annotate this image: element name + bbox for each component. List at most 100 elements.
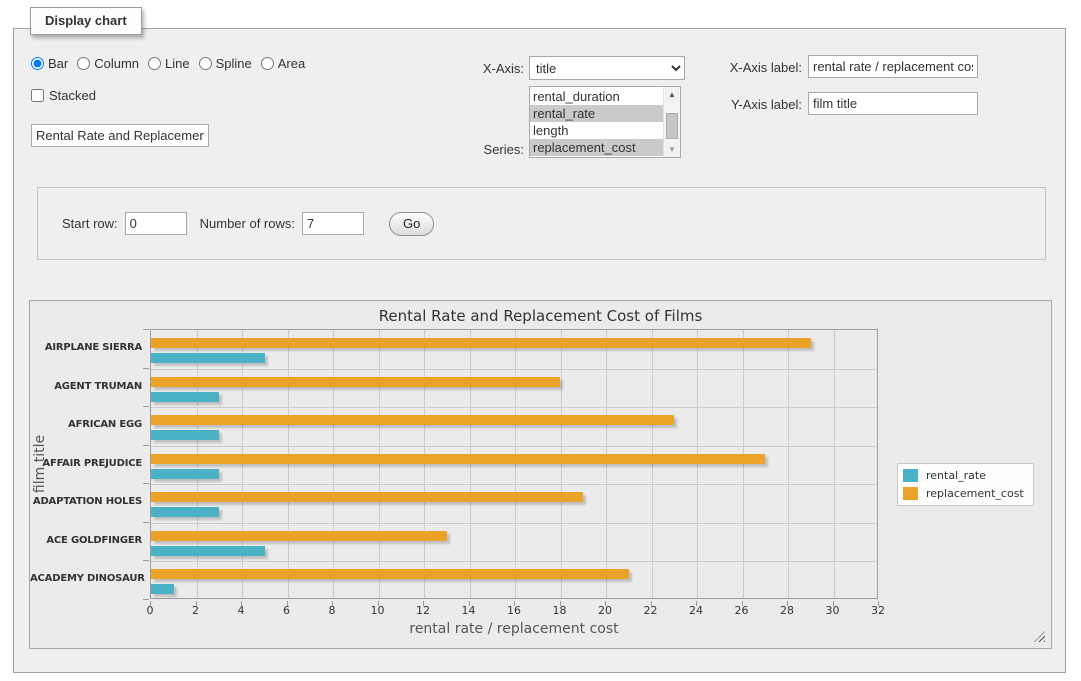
bar-rental_rate	[151, 353, 265, 363]
display-chart-panel: BarColumnLineSplineArea Stacked X-Axis: …	[13, 28, 1066, 673]
gridline	[788, 330, 789, 598]
series-option-replacement_cost[interactable]: replacement_cost	[530, 139, 663, 156]
category-label: AGENT TRUMAN	[30, 381, 142, 392]
bar-rental_rate	[151, 392, 219, 402]
x-axis-tick-label: 26	[727, 604, 757, 617]
category-label: ADAPTATION HOLES	[30, 496, 142, 507]
x-axis-tick-label: 0	[135, 604, 165, 617]
panel-tab-display-chart: Display chart	[30, 7, 142, 35]
bar-replacement_cost	[151, 569, 629, 579]
x-axis-tick-label: 20	[590, 604, 620, 617]
chart-type-option-bar[interactable]: Bar	[31, 56, 68, 71]
bar-rental_rate	[151, 507, 219, 517]
x-axis-tick-label: 22	[636, 604, 666, 617]
chart-type-radio-area[interactable]	[261, 57, 274, 70]
chart-title-input[interactable]	[31, 124, 209, 147]
x-axis-tick-label: 28	[772, 604, 802, 617]
chart-type-label-line[interactable]: Line	[165, 56, 190, 71]
chart-type-option-area[interactable]: Area	[261, 56, 305, 71]
gridline	[242, 330, 243, 598]
gridline	[151, 369, 877, 370]
chart-resize-handle[interactable]	[1034, 631, 1045, 642]
x-axis-label-input[interactable]	[808, 55, 978, 78]
chart-legend: rental_rate replacement_cost	[897, 463, 1034, 506]
start-row-caption: Start row:	[62, 216, 118, 231]
x-axis-tick-label: 16	[499, 604, 529, 617]
chart-type-option-spline[interactable]: Spline	[199, 56, 252, 71]
bar-rental_rate	[151, 546, 265, 556]
category-label: AFFAIR PREJUDICE	[30, 458, 142, 469]
gridline	[606, 330, 607, 598]
legend-label-replacement_cost: replacement_cost	[926, 487, 1024, 500]
y-axis-tick	[143, 522, 149, 523]
category-label: ACE GOLDFINGER	[30, 535, 142, 546]
chart-type-radio-spline[interactable]	[199, 57, 212, 70]
legend-item-replacement_cost: replacement_cost	[903, 487, 1024, 500]
x-axis-tick-label: 6	[272, 604, 302, 617]
chart-type-radio-bar[interactable]	[31, 57, 44, 70]
x-axis-caption: X-Axis:	[454, 61, 524, 76]
gridline	[515, 330, 516, 598]
chart-type-label-area[interactable]: Area	[278, 56, 305, 71]
series-caption: Series:	[454, 142, 524, 157]
y-axis-tick	[143, 406, 149, 407]
x-axis-select[interactable]: title	[529, 56, 685, 80]
scrollbar-thumb[interactable]	[666, 113, 678, 139]
bar-replacement_cost	[151, 492, 583, 502]
gridline	[151, 484, 877, 485]
bar-rental_rate	[151, 430, 219, 440]
chart-type-option-line[interactable]: Line	[148, 56, 190, 71]
series-scrollbar[interactable]: ▲ ▼	[663, 87, 680, 157]
y-axis-tick	[143, 483, 149, 484]
y-axis-tick	[143, 560, 149, 561]
series-listbox[interactable]: rental_durationrental_ratelengthreplacem…	[529, 86, 681, 158]
gridline	[561, 330, 562, 598]
stacked-checkbox[interactable]	[31, 89, 44, 102]
chart-type-label-bar[interactable]: Bar	[48, 56, 68, 71]
chart-type-option-column[interactable]: Column	[77, 56, 139, 71]
chart-plot-area	[150, 329, 878, 599]
chart-type-label-column[interactable]: Column	[94, 56, 139, 71]
gridline	[834, 330, 835, 598]
gridline	[151, 561, 877, 562]
gridline	[151, 407, 877, 408]
row-range-panel: Start row: Number of rows: Go	[37, 187, 1046, 260]
x-axis-tick-label: 18	[545, 604, 575, 617]
legend-label-rental_rate: rental_rate	[926, 469, 986, 482]
chart-type-radio-column[interactable]	[77, 57, 90, 70]
y-axis-label-input[interactable]	[808, 92, 978, 115]
x-axis-tick-label: 32	[863, 604, 893, 617]
stacked-label[interactable]: Stacked	[49, 88, 96, 103]
y-axis-tick	[143, 599, 149, 600]
go-button[interactable]: Go	[389, 212, 434, 236]
x-axis-label-caption: X-Axis label:	[704, 60, 802, 75]
bar-rental_rate	[151, 584, 174, 594]
x-axis-tick-label: 8	[317, 604, 347, 617]
gridline	[470, 330, 471, 598]
gridline	[379, 330, 380, 598]
gridline	[743, 330, 744, 598]
bar-replacement_cost	[151, 338, 811, 348]
legend-swatch-replacement_cost	[903, 487, 918, 500]
gridline	[151, 523, 877, 524]
series-option-rental_rate[interactable]: rental_rate	[530, 105, 663, 122]
x-axis-tick-label: 4	[226, 604, 256, 617]
series-option-length[interactable]: length	[530, 122, 663, 139]
gridline	[197, 330, 198, 598]
scrollbar-up-icon[interactable]: ▲	[665, 87, 679, 102]
x-axis-tick-label: 30	[818, 604, 848, 617]
start-row-input[interactable]	[125, 212, 187, 235]
category-label: AIRPLANE SIERRA	[30, 342, 142, 353]
chart-panel: Rental Rate and Replacement Cost of Film…	[29, 300, 1052, 649]
series-option-rental_duration[interactable]: rental_duration	[530, 88, 663, 105]
x-axis-tick-label: 24	[681, 604, 711, 617]
chart-x-axis-title: rental rate / replacement cost	[150, 621, 878, 637]
num-rows-input[interactable]	[302, 212, 364, 235]
scrollbar-down-icon[interactable]: ▼	[665, 142, 679, 157]
chart-type-label-spline[interactable]: Spline	[216, 56, 252, 71]
gridline	[151, 446, 877, 447]
bar-replacement_cost	[151, 531, 447, 541]
category-label: ACADEMY DINOSAUR	[30, 573, 142, 584]
x-axis-tick-label: 12	[408, 604, 438, 617]
chart-type-radio-line[interactable]	[148, 57, 161, 70]
